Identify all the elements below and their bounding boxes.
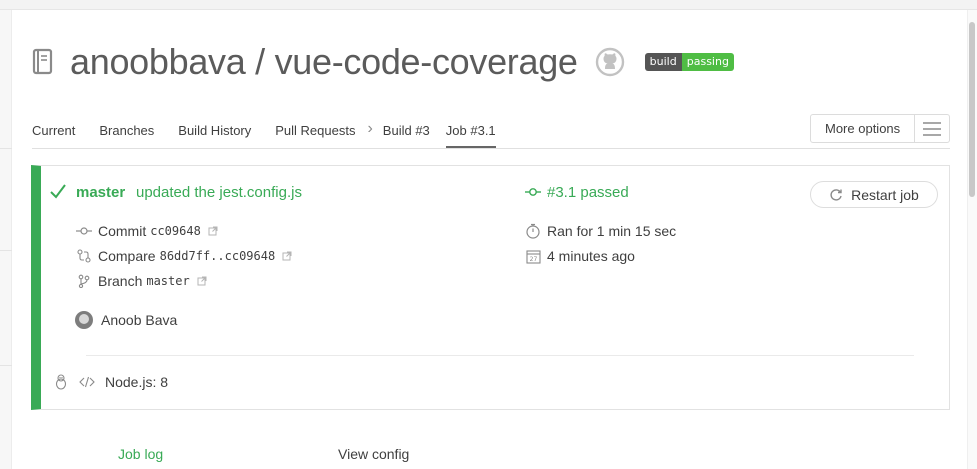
more-options-label: More options <box>811 115 916 142</box>
commit-label: Commit <box>98 223 147 239</box>
repo-icon <box>32 48 54 76</box>
external-link-icon[interactable] <box>282 251 292 261</box>
repo-nav-tabs: Current Branches Build History Pull Requ… <box>32 118 520 148</box>
tab-build[interactable]: Build #3 <box>383 118 430 148</box>
commit-icon <box>525 184 541 201</box>
calendar-icon: 27 <box>525 248 541 264</box>
github-icon[interactable] <box>595 47 625 77</box>
left-sidebar-edge <box>0 10 12 469</box>
repo-header: anoobbava / vue-code-coverage build pass… <box>32 38 734 86</box>
author-row: Anoob Bava <box>75 311 177 329</box>
scrollbar-thumb[interactable] <box>969 22 975 197</box>
restart-job-button[interactable]: Restart job <box>810 181 938 208</box>
restart-icon <box>830 188 842 201</box>
finished-row: 27 4 minutes ago <box>525 248 635 264</box>
author-name: Anoob Bava <box>101 312 178 328</box>
job-status: #3.1 passed <box>525 184 629 201</box>
linux-icon <box>53 374 69 390</box>
calendar-day: 27 <box>529 256 537 263</box>
sidebar-divider <box>0 148 12 149</box>
scrollbar[interactable] <box>967 10 977 469</box>
more-options-button[interactable]: More options <box>810 114 950 143</box>
compare-icon <box>76 248 92 264</box>
tab-build-history[interactable]: Build History <box>178 118 251 148</box>
repo-title: anoobbava / vue-code-coverage <box>70 41 578 82</box>
job-summary-card: master updated the jest.config.js #3.1 p… <box>31 165 950 410</box>
build-status-badge[interactable]: build passing <box>644 53 734 71</box>
hamburger-icon <box>915 121 949 136</box>
tab-job[interactable]: Job #3.1 <box>445 118 496 148</box>
tabs-divider <box>32 148 950 149</box>
job-status-text: #3.1 passed <box>547 184 629 201</box>
breadcrumb-separator: › <box>367 120 373 137</box>
external-link-icon[interactable] <box>197 276 207 286</box>
tab-pull-requests[interactable]: Pull Requests <box>275 118 355 148</box>
duration-row: Ran for 1 min 15 sec <box>525 223 676 239</box>
stopwatch-icon <box>525 223 541 239</box>
environment-text: Node.js: 8 <box>105 374 169 390</box>
environment-row: Node.js: 8 <box>53 374 168 390</box>
branch-icon <box>76 273 92 289</box>
check-icon <box>49 182 67 200</box>
external-link-icon[interactable] <box>208 226 218 236</box>
branch-label: Branch <box>98 273 143 289</box>
commit-message[interactable]: updated the jest.config.js <box>136 184 302 201</box>
compare-row[interactable]: Compare 86dd7ff..cc09648 <box>76 248 292 264</box>
job-branch[interactable]: master <box>76 184 125 201</box>
card-divider <box>86 355 914 356</box>
branch-row[interactable]: Branch master <box>76 273 207 289</box>
commit-sha[interactable]: cc09648 <box>150 224 201 238</box>
commit-row[interactable]: Commit cc09648 <box>76 223 218 239</box>
sidebar-divider <box>0 250 12 251</box>
top-strip <box>0 0 977 10</box>
sidebar-divider <box>0 365 12 366</box>
compare-range[interactable]: 86dd7ff..cc09648 <box>160 249 276 263</box>
compare-label: Compare <box>98 248 156 264</box>
commit-icon <box>76 223 92 239</box>
avatar <box>75 311 93 329</box>
badge-status: passing <box>681 53 734 71</box>
branch-value[interactable]: master <box>146 274 189 288</box>
tab-current[interactable]: Current <box>32 118 75 148</box>
restart-job-label: Restart job <box>851 186 919 203</box>
duration-text: Ran for 1 min 15 sec <box>547 223 677 239</box>
badge-label: build <box>644 53 682 71</box>
tab-view-config[interactable]: View config <box>338 446 409 462</box>
tab-branches[interactable]: Branches <box>99 118 154 148</box>
code-icon <box>79 374 95 390</box>
tab-job-log[interactable]: Job log <box>118 446 163 462</box>
finished-text: 4 minutes ago <box>547 248 635 264</box>
